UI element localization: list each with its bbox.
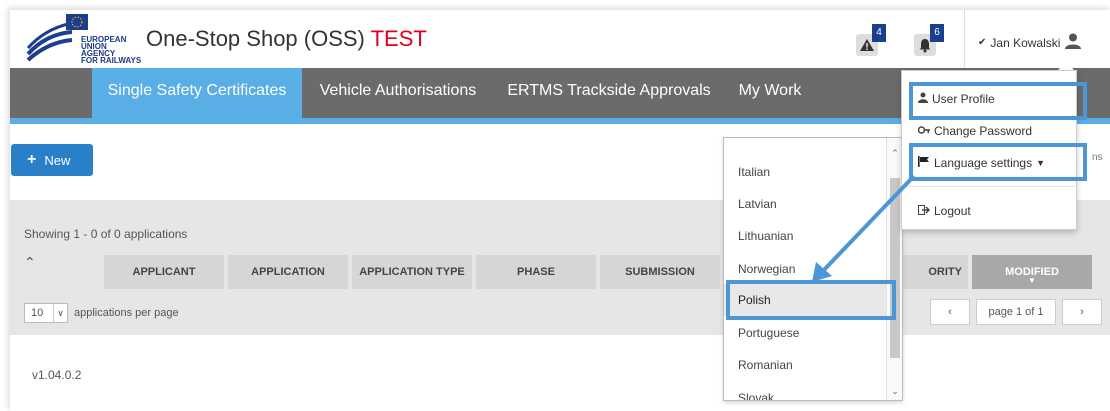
nav-single-safety-certificates[interactable]: Single Safety Certificates (92, 68, 302, 118)
language-option-latvian[interactable]: Latvian (724, 188, 886, 220)
menu-logout[interactable]: Logout (918, 204, 971, 218)
environment-label: TEST (370, 26, 427, 51)
header-divider (964, 10, 965, 68)
user-menu-caret (1058, 62, 1074, 70)
chevron-down-icon: ∨ (53, 304, 67, 322)
app-header: EUROPEAN UNION AGENCY FOR RAILWAYS One-S… (10, 10, 1110, 68)
pager-status: page 1 of 1 (976, 299, 1056, 325)
highlight-polish (726, 280, 896, 320)
new-application-button[interactable]: + New (11, 144, 93, 176)
column-header-modified[interactable]: MODIFIED ▼ (972, 255, 1092, 289)
chevron-down-icon: ✔ (978, 37, 987, 48)
user-icon (1064, 32, 1082, 53)
menu-change-password[interactable]: Change Password (917, 124, 1033, 138)
collapse-icon[interactable]: ⌃ (24, 254, 36, 271)
language-option-romanian[interactable]: Romanian (724, 349, 886, 381)
nav-vehicle-authorisations[interactable]: Vehicle Authorisations (306, 68, 490, 118)
per-page-label: applications per page (74, 307, 179, 319)
highlight-language-settings (909, 143, 1087, 181)
language-option-italian[interactable]: Italian (724, 156, 886, 188)
logo-text: EUROPEAN UNION AGENCY FOR RAILWAYS (81, 36, 142, 65)
era-logo[interactable]: EUROPEAN UNION AGENCY FOR RAILWAYS (24, 14, 141, 65)
key-icon (917, 124, 930, 138)
menu-divider (902, 186, 1078, 187)
notifications-count-badge: 6 (930, 24, 944, 42)
new-button-label: New (44, 152, 71, 168)
app-version: v1.04.0.2 (32, 368, 82, 382)
user-name: Jan Kowalski (990, 35, 1061, 50)
language-option-lithuanian[interactable]: Lithuanian (724, 220, 886, 252)
nav-my-work[interactable]: My Work (728, 68, 812, 118)
alerts-count-badge: 4 (872, 24, 886, 42)
column-header-application-type[interactable]: APPLICATION TYPE (352, 255, 472, 289)
language-list: Italian Latvian Lithuanian Norwegian Pol… (723, 137, 903, 401)
highlight-user-profile (909, 82, 1087, 120)
sort-desc-icon: ▼ (1028, 276, 1036, 285)
column-header-applicant[interactable]: APPLICANT (104, 255, 224, 289)
results-count: Showing 1 - 0 of 0 applications (24, 227, 188, 241)
column-header-application[interactable]: APPLICATION (228, 255, 348, 289)
column-header-submission[interactable]: SUBMISSION (600, 255, 720, 289)
user-menu-toggle[interactable]: ✔ Jan Kowalski (978, 32, 1082, 53)
language-option-portuguese[interactable]: Portuguese (724, 317, 886, 349)
menu-logout-label: Logout (934, 204, 971, 218)
per-page-control: 10 ∨ applications per page (24, 303, 179, 323)
nav-ertms-trackside-approvals[interactable]: ERTMS Trackside Approvals (496, 68, 722, 118)
scrollbar-thumb[interactable] (890, 178, 900, 358)
logout-icon (918, 204, 931, 218)
search-hint-text: ns (1092, 152, 1103, 163)
per-page-value: 10 (31, 307, 44, 319)
plus-icon: + (27, 151, 37, 168)
pager-next-button[interactable]: › (1062, 299, 1102, 325)
per-page-select[interactable]: 10 ∨ (24, 303, 68, 323)
pager-prev-button[interactable]: ‹ (930, 299, 970, 325)
scroll-down-icon[interactable]: ⌄ (887, 386, 902, 397)
language-list-scrollbar[interactable]: ⌃ ⌄ (886, 138, 902, 400)
logo-line: FOR RAILWAYS (81, 56, 142, 65)
app-title-text: One-Stop Shop (OSS) (146, 26, 365, 51)
menu-change-password-label: Change Password (934, 124, 1033, 138)
language-option-slovak[interactable]: Slovak (724, 382, 886, 400)
alerts-button[interactable]: 4 (852, 24, 892, 58)
notifications-button[interactable]: 6 (910, 24, 950, 58)
column-header-phase[interactable]: PHASE (476, 255, 596, 289)
app-title: One-Stop Shop (OSS) TEST (146, 26, 427, 52)
